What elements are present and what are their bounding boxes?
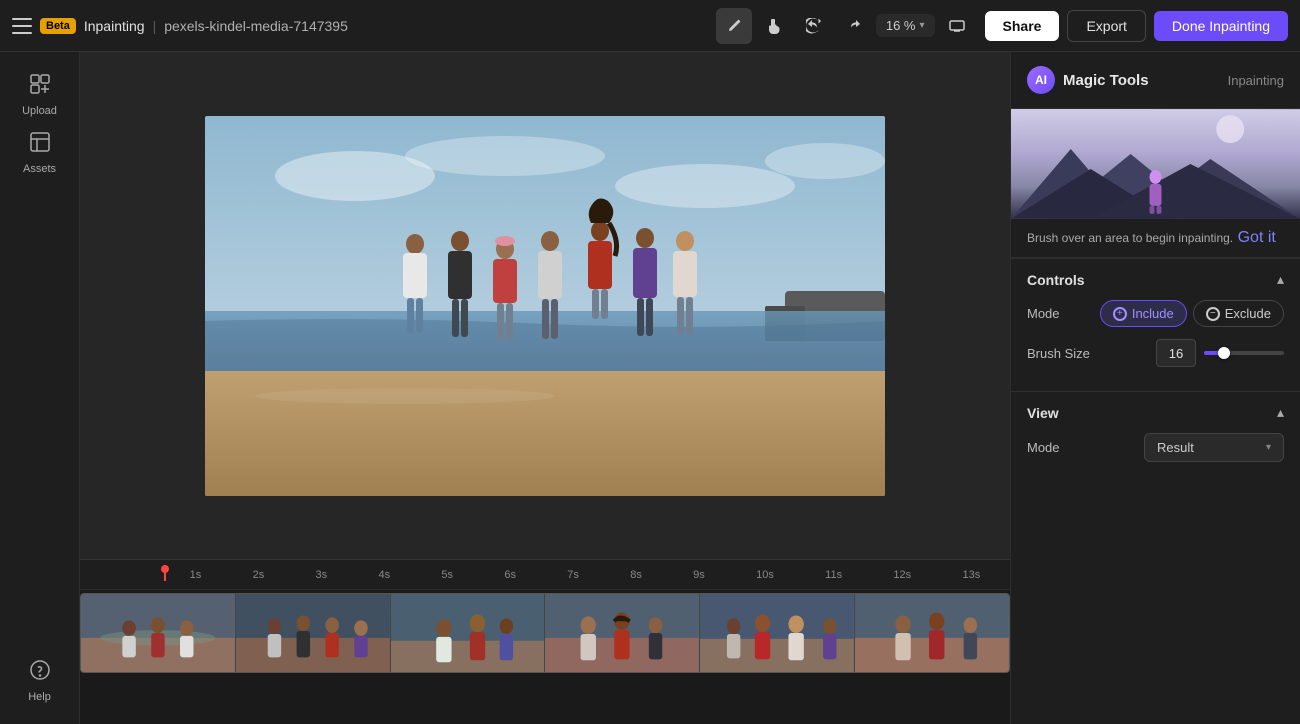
brush-size-control: 16 — [1156, 339, 1284, 367]
brush-size-input[interactable]: 16 — [1156, 339, 1196, 367]
ruler-mark-3s: 3s — [316, 569, 328, 581]
topbar-title: Inpainting — [84, 18, 145, 34]
ruler-mark-13s: 13s — [962, 569, 980, 581]
right-panel: AI Magic Tools Inpainting — [1010, 52, 1300, 724]
upload-icon — [29, 73, 51, 101]
ruler-mark-7s: 7s — [567, 569, 579, 581]
ruler-mark-9s: 9s — [693, 569, 705, 581]
brush-size-slider[interactable] — [1204, 351, 1284, 355]
share-button[interactable]: Share — [985, 11, 1060, 41]
view-section: View ▴ Mode Result ▾ — [1011, 391, 1300, 486]
ruler-mark-5s: 5s — [441, 569, 453, 581]
video-thumb-1 — [81, 594, 236, 672]
view-mode-select[interactable]: Result ▾ — [1144, 433, 1284, 462]
zoom-value: 16 % — [886, 18, 916, 33]
mode-label: Mode — [1027, 306, 1060, 321]
zoom-control[interactable]: 16 % ▾ — [876, 14, 935, 37]
canvas-area: 1s 2s 3s 4s 5s 6s 7s 8s 9s 10s 11s 12s 1… — [80, 52, 1010, 724]
hint-area: Brush over an area to begin inpainting. … — [1011, 219, 1300, 258]
redo-button[interactable] — [836, 8, 872, 44]
include-mode-button[interactable]: Include — [1100, 300, 1187, 327]
sidebar-item-assets[interactable]: Assets — [10, 126, 70, 180]
hand-tool-button[interactable] — [756, 8, 792, 44]
assets-label: Assets — [23, 163, 56, 175]
ruler-mark-1s: 1s — [190, 569, 202, 581]
timeline-ruler: 1s 2s 3s 4s 5s 6s 7s 8s 9s 10s 11s 12s 1… — [80, 560, 1010, 590]
undo-button[interactable] — [796, 8, 832, 44]
export-button[interactable]: Export — [1067, 10, 1145, 42]
video-thumb-3 — [391, 594, 546, 672]
playhead-dot — [161, 565, 169, 573]
exclude-label: Exclude — [1225, 306, 1271, 321]
controls-title: Controls — [1027, 272, 1085, 288]
mode-buttons: Include Exclude — [1100, 300, 1284, 327]
ruler-mark-11s: 11s — [825, 569, 842, 581]
main-area: Upload Assets Help — [0, 52, 1300, 724]
hint-text: Brush over an area to begin inpainting. — [1027, 231, 1233, 245]
brush-size-label: Brush Size — [1027, 346, 1090, 361]
pen-tool-button[interactable] — [716, 8, 752, 44]
topbar-left: Beta Inpainting | pexels-kindel-media-71… — [12, 18, 706, 34]
view-mode-value: Result — [1157, 440, 1194, 455]
video-track[interactable] — [80, 593, 1010, 673]
menu-icon[interactable] — [12, 18, 32, 34]
help-label: Help — [28, 691, 51, 703]
brush-size-slider-thumb — [1218, 347, 1230, 359]
playhead[interactable] — [164, 569, 166, 581]
panel-header-left: AI Magic Tools — [1027, 66, 1149, 94]
timeline-tracks[interactable] — [80, 590, 1010, 675]
exclude-mode-button[interactable]: Exclude — [1193, 300, 1284, 327]
monitor-button[interactable] — [939, 8, 975, 44]
mode-control-row: Mode Include Exclude — [1027, 300, 1284, 327]
video-thumb-2 — [236, 594, 391, 672]
help-icon — [29, 659, 51, 687]
ruler-mark-8s: 8s — [630, 569, 642, 581]
topbar-tools: 16 % ▾ — [716, 8, 975, 44]
done-inpainting-button[interactable]: Done Inpainting — [1154, 11, 1288, 41]
panel-header: AI Magic Tools Inpainting — [1011, 52, 1300, 109]
topbar-separator: | — [153, 18, 157, 34]
upload-label: Upload — [22, 105, 57, 117]
timeline-area: 1s 2s 3s 4s 5s 6s 7s 8s 9s 10s 11s 12s 1… — [80, 559, 1010, 724]
exclude-mode-icon — [1206, 307, 1220, 321]
controls-section-header: Controls ▴ — [1027, 271, 1284, 288]
zoom-arrow-icon: ▾ — [920, 20, 925, 31]
view-collapse-button[interactable]: ▴ — [1277, 404, 1284, 421]
ruler-mark-4s: 4s — [378, 569, 390, 581]
left-sidebar: Upload Assets Help — [0, 52, 80, 724]
controls-section: Controls ▴ Mode Include Exclude — [1011, 258, 1300, 391]
beta-badge: Beta — [40, 18, 76, 34]
sidebar-item-help[interactable]: Help — [10, 654, 70, 708]
video-thumb-5 — [700, 594, 855, 672]
panel-subtitle: Inpainting — [1228, 73, 1284, 88]
view-mode-control-row: Mode Result ▾ — [1027, 433, 1284, 462]
canvas-image[interactable] — [205, 116, 885, 496]
controls-collapse-button[interactable]: ▴ — [1277, 271, 1284, 288]
video-thumb-4 — [545, 594, 700, 672]
sidebar-item-upload[interactable]: Upload — [10, 68, 70, 122]
view-title: View — [1027, 405, 1059, 421]
topbar: Beta Inpainting | pexels-kindel-media-71… — [0, 0, 1300, 52]
panel-title: Magic Tools — [1063, 72, 1149, 89]
assets-icon — [29, 131, 51, 159]
ruler-mark-10s: 10s — [756, 569, 774, 581]
topbar-right: Share Export Done Inpainting — [985, 10, 1288, 42]
got-it-link[interactable]: Got it — [1238, 229, 1276, 246]
view-mode-arrow-icon: ▾ — [1266, 442, 1271, 453]
include-mode-icon — [1113, 307, 1127, 321]
inpaint-preview — [1011, 109, 1300, 219]
brush-size-control-row: Brush Size 16 — [1027, 339, 1284, 367]
ai-icon: AI — [1027, 66, 1055, 94]
topbar-filename: pexels-kindel-media-7147395 — [164, 18, 348, 34]
view-section-header: View ▴ — [1027, 404, 1284, 421]
ruler-mark-6s: 6s — [504, 569, 516, 581]
ruler-mark-2s: 2s — [253, 569, 265, 581]
ruler-mark-12s: 12s — [893, 569, 911, 581]
include-label: Include — [1132, 306, 1174, 321]
view-mode-label: Mode — [1027, 440, 1060, 455]
video-thumb-6 — [855, 594, 1009, 672]
canvas-viewport[interactable] — [80, 52, 1010, 559]
